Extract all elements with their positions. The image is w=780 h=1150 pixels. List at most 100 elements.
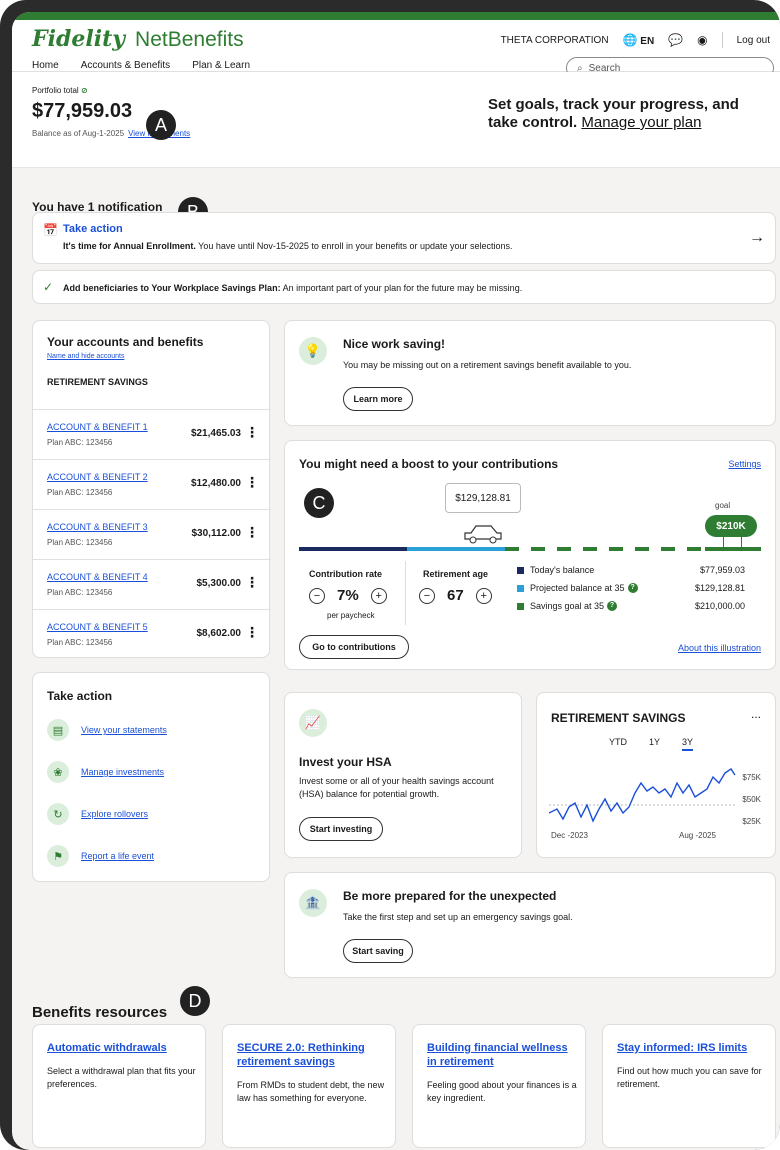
top-accent-bar bbox=[12, 12, 780, 20]
manage-investments-link[interactable]: ❀ Manage investments bbox=[47, 761, 164, 783]
age-stepper: −67 + bbox=[419, 587, 492, 604]
y-tick-25k: $25K bbox=[742, 817, 761, 826]
account-value: $30,112.00 bbox=[191, 528, 242, 539]
divider bbox=[721, 32, 723, 48]
settings-link[interactable]: Settings bbox=[728, 459, 761, 469]
app-screen: Fidelity NetBenefits THETA CORPORATION 🌐… bbox=[12, 12, 780, 1150]
account-value: $5,300.00 bbox=[196, 578, 242, 589]
kebab-menu-icon[interactable]: ⋮ bbox=[245, 524, 259, 541]
logout-link[interactable]: Log out bbox=[737, 35, 770, 46]
resource-title-link[interactable]: SECURE 2.0: Rethinking retirement saving… bbox=[237, 1041, 387, 1069]
resource-text: Find out how much you can save for retir… bbox=[617, 1066, 762, 1089]
account-row[interactable]: ACCOUNT & BENEFIT 5 Plan ABC: 123456 $8,60… bbox=[33, 609, 271, 659]
more-icon[interactable]: ... bbox=[751, 707, 761, 721]
start-investing-button[interactable]: Start investing bbox=[299, 817, 383, 841]
help-icon[interactable]: ? bbox=[607, 601, 618, 611]
beneficiaries-notice[interactable]: ✓ Add beneficiaries to Your Workplace Sa… bbox=[32, 270, 776, 304]
portfolio-value: $77,959.03 bbox=[32, 100, 133, 122]
resource-card[interactable]: Automatic withdrawals Select a withdrawal… bbox=[32, 1024, 206, 1148]
take-action-text: It's time for Annual Enrollment. You hav… bbox=[63, 241, 513, 251]
resource-title-link[interactable]: Building financial wellness in retiremen… bbox=[427, 1041, 577, 1069]
account-value: $12,480.00 bbox=[190, 478, 241, 489]
y-tick-50k: $50K bbox=[742, 795, 761, 804]
contribution-rate-label: Contribution rate bbox=[309, 569, 382, 579]
account-name[interactable]: ACCOUNT & BENEFIT 1 bbox=[47, 422, 148, 432]
account-plan: Plan ABC: 123456 bbox=[47, 588, 113, 597]
resource-card[interactable]: Building financial wellness in retiremen… bbox=[412, 1024, 586, 1148]
hsa-card: 📈 Invest your HSA Invest some or all of … bbox=[284, 692, 522, 858]
per-paycheck-label: per paycheck bbox=[327, 611, 375, 620]
kebab-menu-icon[interactable]: ⋮ bbox=[245, 474, 259, 491]
account-row[interactable]: ACCOUNT & BENEFIT 2 Plan ABC: 123456 $12,4… bbox=[33, 459, 271, 509]
resource-text: Feeling good about your finances is a ke… bbox=[427, 1080, 577, 1103]
account-row[interactable]: ACCOUNT & BENEFIT 4 Plan ABC: 123456 $5,30… bbox=[33, 559, 271, 609]
document-icon: ▤ bbox=[47, 719, 69, 741]
account-name[interactable]: ACCOUNT & BENEFIT 2 bbox=[47, 472, 148, 482]
resource-title-link[interactable]: Automatic withdrawals bbox=[47, 1041, 197, 1055]
beneficiaries-text: Add beneficiaries to Your Workplace Savi… bbox=[63, 283, 523, 293]
boost-card: You might need a boost to your contribut… bbox=[284, 440, 776, 670]
header-actions: THETA CORPORATION 🌐 EN 💬 ◉ Log out bbox=[501, 32, 770, 48]
profile-icon[interactable]: ◉ bbox=[697, 33, 707, 47]
nav-accounts-benefits[interactable]: Accounts & Benefits bbox=[81, 60, 171, 71]
goal-badge: $210K bbox=[705, 515, 757, 537]
tab-1y[interactable]: 1Y bbox=[649, 737, 660, 751]
kebab-menu-icon[interactable]: ⋮ bbox=[245, 624, 259, 641]
take-action-title: Take action bbox=[47, 689, 113, 703]
logo[interactable]: Fidelity NetBenefits bbox=[32, 26, 244, 52]
savings-jar-icon: 🏦 bbox=[299, 889, 327, 917]
kebab-menu-icon[interactable]: ⋮ bbox=[245, 574, 259, 591]
take-action-notification[interactable]: 📅 Take action It's time for Annual Enrol… bbox=[32, 212, 776, 264]
report-life-event-link[interactable]: ⚑ Report a life event bbox=[47, 845, 154, 867]
language-selector[interactable]: 🌐 EN bbox=[623, 33, 655, 47]
arrow-right-icon[interactable]: → bbox=[749, 229, 765, 247]
nav-home[interactable]: Home bbox=[32, 60, 59, 71]
plus-icon[interactable]: + bbox=[370, 587, 387, 604]
tab-3y[interactable]: 3Y bbox=[682, 737, 694, 751]
explore-rollovers-link[interactable]: ↻ Explore rollovers bbox=[47, 803, 148, 825]
minus-icon[interactable]: − bbox=[309, 587, 325, 604]
kebab-menu-icon[interactable]: ⋮ bbox=[245, 424, 259, 441]
account-name[interactable]: ACCOUNT & BENEFIT 5 bbox=[47, 622, 148, 632]
account-name[interactable]: ACCOUNT & BENEFIT 4 bbox=[47, 572, 148, 582]
rollover-icon: ↻ bbox=[47, 803, 69, 825]
plant-money-icon: ❀ bbox=[47, 761, 69, 783]
product-name: NetBenefits bbox=[135, 28, 244, 51]
nav-plan-learn[interactable]: Plan & Learn bbox=[192, 60, 250, 71]
account-value: $8,602.00 bbox=[196, 628, 242, 639]
goal-label: goal bbox=[715, 501, 731, 510]
about-illustration-link[interactable]: About this illustration bbox=[678, 643, 761, 653]
lightbulb-icon: 💡 bbox=[299, 337, 327, 365]
nice-work-card: 💡 Nice work saving! You may be missing o… bbox=[284, 320, 776, 426]
benefits-resources-title: Benefits resources bbox=[32, 1004, 168, 1021]
goal-marker-left bbox=[723, 537, 724, 547]
view-statements-link[interactable]: ▤ View your statements bbox=[47, 719, 167, 741]
hsa-title: Invest your HSA bbox=[299, 755, 392, 769]
goal-marker-right bbox=[741, 537, 742, 547]
accounts-card: Your accounts and benefits Name and hide… bbox=[32, 320, 271, 659]
x-end-label: Aug -2025 bbox=[679, 831, 716, 840]
manage-plan-link[interactable]: Manage your plan bbox=[581, 114, 701, 131]
go-to-contributions-button[interactable]: Go to contributions bbox=[299, 635, 409, 659]
help-icon[interactable]: ? bbox=[627, 583, 638, 593]
account-row[interactable]: ACCOUNT & BENEFIT 3 Plan ABC: 123456 $30,1… bbox=[33, 509, 271, 559]
x-start-label: Dec -2023 bbox=[551, 831, 588, 840]
resource-card[interactable]: Stay informed: IRS limits Find out how mu… bbox=[602, 1024, 776, 1148]
goals-prompt: Set goals, track your progress, and take… bbox=[488, 96, 739, 131]
resource-title-link[interactable]: Stay informed: IRS limits bbox=[617, 1041, 767, 1055]
contribution-rate-value: 7% bbox=[337, 587, 359, 604]
account-row[interactable]: ACCOUNT & BENEFIT 1 Plan ABC: 123456 $21,4… bbox=[33, 409, 271, 459]
calendar-icon: 📅 bbox=[43, 223, 58, 237]
learn-more-button[interactable]: Learn more bbox=[343, 387, 413, 411]
name-hide-accounts-link[interactable]: Name and hide accounts bbox=[47, 353, 124, 360]
account-name[interactable]: ACCOUNT & BENEFIT 3 bbox=[47, 522, 148, 532]
chat-icon[interactable]: 💬 bbox=[668, 33, 683, 47]
tab-ytd[interactable]: YTD bbox=[609, 737, 627, 751]
resource-card[interactable]: SECURE 2.0: Rethinking retirement saving… bbox=[222, 1024, 396, 1148]
retirement-savings-card: RETIREMENT SAVINGS ... YTD 1Y 3Y $75K $5… bbox=[536, 692, 776, 858]
eye-off-icon[interactable]: ⊘ bbox=[81, 86, 88, 95]
start-saving-button[interactable]: Start saving bbox=[343, 939, 413, 963]
minus-icon[interactable]: − bbox=[419, 587, 435, 604]
goal-bar-end bbox=[705, 547, 761, 551]
plus-icon[interactable]: + bbox=[475, 587, 492, 604]
